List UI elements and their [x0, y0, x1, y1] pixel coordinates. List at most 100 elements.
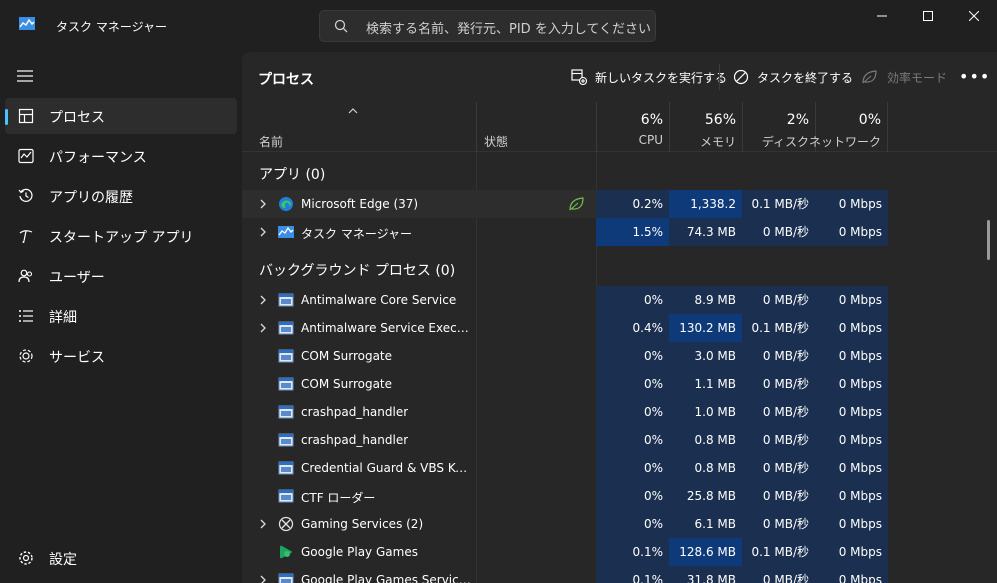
- process-name: Gaming Services (2): [301, 517, 424, 531]
- network-cell: 0 Mbps: [815, 510, 888, 538]
- disk-cell: 0 MB/秒: [742, 482, 815, 510]
- nav-item-app-history[interactable]: アプリの履歴: [5, 178, 237, 214]
- table-row[interactable]: COM Surrogate 0% 1.1 MB 0 MB/秒 0 Mbps: [242, 370, 888, 398]
- process-window-icon: [278, 405, 294, 419]
- search-input[interactable]: 検索する名前、発行元、PID を入力してください: [366, 18, 651, 37]
- table-row[interactable]: Antimalware Service Executable 0.4%130.2 …: [242, 314, 888, 342]
- memory-cell: 25.8 MB: [669, 482, 742, 510]
- group-header-apps[interactable]: アプリ (0): [259, 164, 325, 184]
- close-button[interactable]: [951, 0, 997, 32]
- users-icon: [18, 269, 33, 283]
- nav-item-label: プロセス: [49, 110, 105, 126]
- nav-item-services[interactable]: サービス: [5, 338, 237, 374]
- process-table: 名前 状態 6% CPU 56% メモリ 2% ディスク 0% ネットワーク ア: [242, 102, 997, 583]
- maximize-button[interactable]: [905, 0, 951, 32]
- window-title: タスク マネージャー: [56, 20, 167, 34]
- nav-item-label: ユーザー: [49, 270, 105, 286]
- cpu-cell: 0.4%: [596, 314, 669, 342]
- nav-item-details[interactable]: 詳細: [5, 298, 237, 334]
- cpu-cell: 0%: [596, 286, 669, 314]
- disk-cell: 0 MB/秒: [742, 218, 815, 246]
- nav-item-performance[interactable]: パフォーマンス: [5, 138, 237, 174]
- group-header-background[interactable]: バックグラウンド プロセス (0): [259, 260, 455, 280]
- disk-cell: 0 MB/秒: [742, 286, 815, 314]
- run-new-task-button[interactable]: 新しいタスクを実行する: [571, 67, 727, 87]
- table-row[interactable]: Antimalware Core Service 0% 8.9 MB 0 MB/秒 0 …: [242, 286, 888, 314]
- nav-item-users[interactable]: ユーザー: [5, 258, 237, 294]
- title-bar: タスク マネージャー 検索する名前、発行元、PID を入力してください: [0, 0, 997, 52]
- settings-gear-icon: [19, 551, 33, 565]
- search-icon: [334, 19, 348, 33]
- chevron-right-icon[interactable]: [259, 295, 267, 305]
- navigation-pane: プロセス パフォーマンス アプリの履歴 スタートアップ アプリ ユーザー 詳細 …: [0, 52, 242, 583]
- table-row[interactable]: Gaming Services (2) 0% 6.1 MB 0 MB/秒 0 Mbps: [242, 510, 888, 538]
- processes-icon: [18, 108, 34, 124]
- table-row[interactable]: Credential Guard & VBS Key Is... 0%0.8 MB…: [242, 454, 888, 482]
- table-row[interactable]: Microsoft Edge (37) 0.2% 1,338.2 MB 0.1 …: [242, 190, 888, 239]
- hamburger-menu-icon[interactable]: [17, 70, 33, 82]
- memory-cell: 1,338.2 MB: [669, 190, 742, 239]
- memory-cell: 0.8 MB: [669, 454, 742, 482]
- run-new-task-label: 新しいタスクを実行する: [595, 70, 728, 85]
- column-header-memory[interactable]: 56% メモリ: [669, 102, 742, 152]
- network-cell: 0 Mbps: [815, 454, 888, 482]
- memory-cell: 74.3 MB: [669, 218, 742, 246]
- disk-cell: 0 MB/秒: [742, 510, 815, 538]
- efficiency-mode-button[interactable]: 効率モード: [861, 67, 947, 87]
- table-row[interactable]: crashpad_handler 0% 0.8 MB 0 MB/秒 0 Mbps: [242, 426, 888, 454]
- search-box[interactable]: 検索する名前、発行元、PID を入力してください: [319, 10, 656, 42]
- table-row[interactable]: Google Play Games 0.1% 128.6 MB 0.1 MB/秒 0 M…: [242, 538, 888, 566]
- column-header-disk[interactable]: 2% ディスク: [742, 102, 815, 152]
- memory-cell: 1.0 MB: [669, 398, 742, 426]
- nav-item-startup[interactable]: スタートアップ アプリ: [5, 218, 237, 254]
- network-cell: 0 Mbps: [815, 538, 888, 566]
- startup-icon: [19, 230, 33, 243]
- chevron-right-icon[interactable]: [259, 199, 267, 209]
- maximize-icon: [923, 11, 933, 21]
- table-row[interactable]: Google Play Games Services 0.1% 31.8 MB 0 M…: [242, 566, 888, 583]
- nav-item-label: 詳細: [49, 310, 77, 326]
- network-cell: 0 Mbps: [815, 286, 888, 314]
- column-header-status[interactable]: 状態: [484, 133, 508, 150]
- end-task-button[interactable]: タスクを終了する: [733, 67, 853, 87]
- sort-up-icon[interactable]: [348, 107, 358, 115]
- cpu-cell: 0.1%: [596, 538, 669, 566]
- cpu-cell: 0%: [596, 426, 669, 454]
- chevron-right-icon[interactable]: [259, 323, 267, 333]
- services-icon: [19, 349, 33, 363]
- table-row[interactable]: COM Surrogate 0% 3.0 MB 0 MB/秒 0 Mbps: [242, 342, 888, 370]
- end-task-label: タスクを終了する: [757, 70, 854, 85]
- cpu-cell: 0%: [596, 342, 669, 370]
- chevron-right-icon[interactable]: [259, 575, 267, 583]
- cpu-cell: 0%: [596, 370, 669, 398]
- network-cell: 0 Mbps: [815, 566, 888, 583]
- chevron-right-icon[interactable]: [259, 519, 267, 529]
- nav-item-settings[interactable]: 設定: [5, 540, 237, 576]
- nav-item-processes[interactable]: プロセス: [5, 98, 237, 134]
- nav-item-label: サービス: [49, 350, 105, 366]
- more-options-icon[interactable]: •••: [959, 67, 990, 86]
- table-row[interactable]: crashpad_handler 0% 1.0 MB 0 MB/秒 0 Mbps: [242, 398, 888, 426]
- column-header-name[interactable]: 名前: [259, 133, 283, 150]
- cpu-total: 6%: [640, 112, 663, 128]
- cpu-cell: 0.2%: [596, 190, 669, 218]
- network-label: ネットワーク: [808, 135, 881, 149]
- network-cell: 0 Mbps: [815, 314, 888, 342]
- disk-cell: 0 MB/秒: [742, 342, 815, 370]
- network-cell: 0 Mbps: [815, 426, 888, 454]
- vertical-scrollbar[interactable]: [987, 220, 990, 260]
- column-header-network[interactable]: 0% ネットワーク: [809, 102, 888, 152]
- active-indicator: [5, 109, 8, 125]
- process-name: CTF ローダー: [301, 491, 376, 505]
- cpu-cell: 0%: [596, 398, 669, 426]
- process-window-icon: [278, 293, 294, 307]
- cpu-cell: 1.5%: [596, 218, 669, 246]
- efficiency-mode-leaf-icon: [569, 197, 584, 211]
- edge-icon: [279, 197, 293, 211]
- column-header-cpu[interactable]: 6% CPU: [596, 102, 669, 152]
- table-row[interactable]: タスク マネージャー 1.5% 74.3 MB 0 MB/秒 0 Mbps: [242, 218, 888, 246]
- chevron-right-icon[interactable]: [259, 227, 267, 237]
- table-row[interactable]: CTF ローダー 0% 25.8 MB 0 MB/秒 0 Mbps: [242, 482, 888, 510]
- minimize-button[interactable]: [859, 0, 905, 32]
- table-header: 名前 状態 6% CPU 56% メモリ 2% ディスク 0% ネットワーク: [242, 102, 997, 152]
